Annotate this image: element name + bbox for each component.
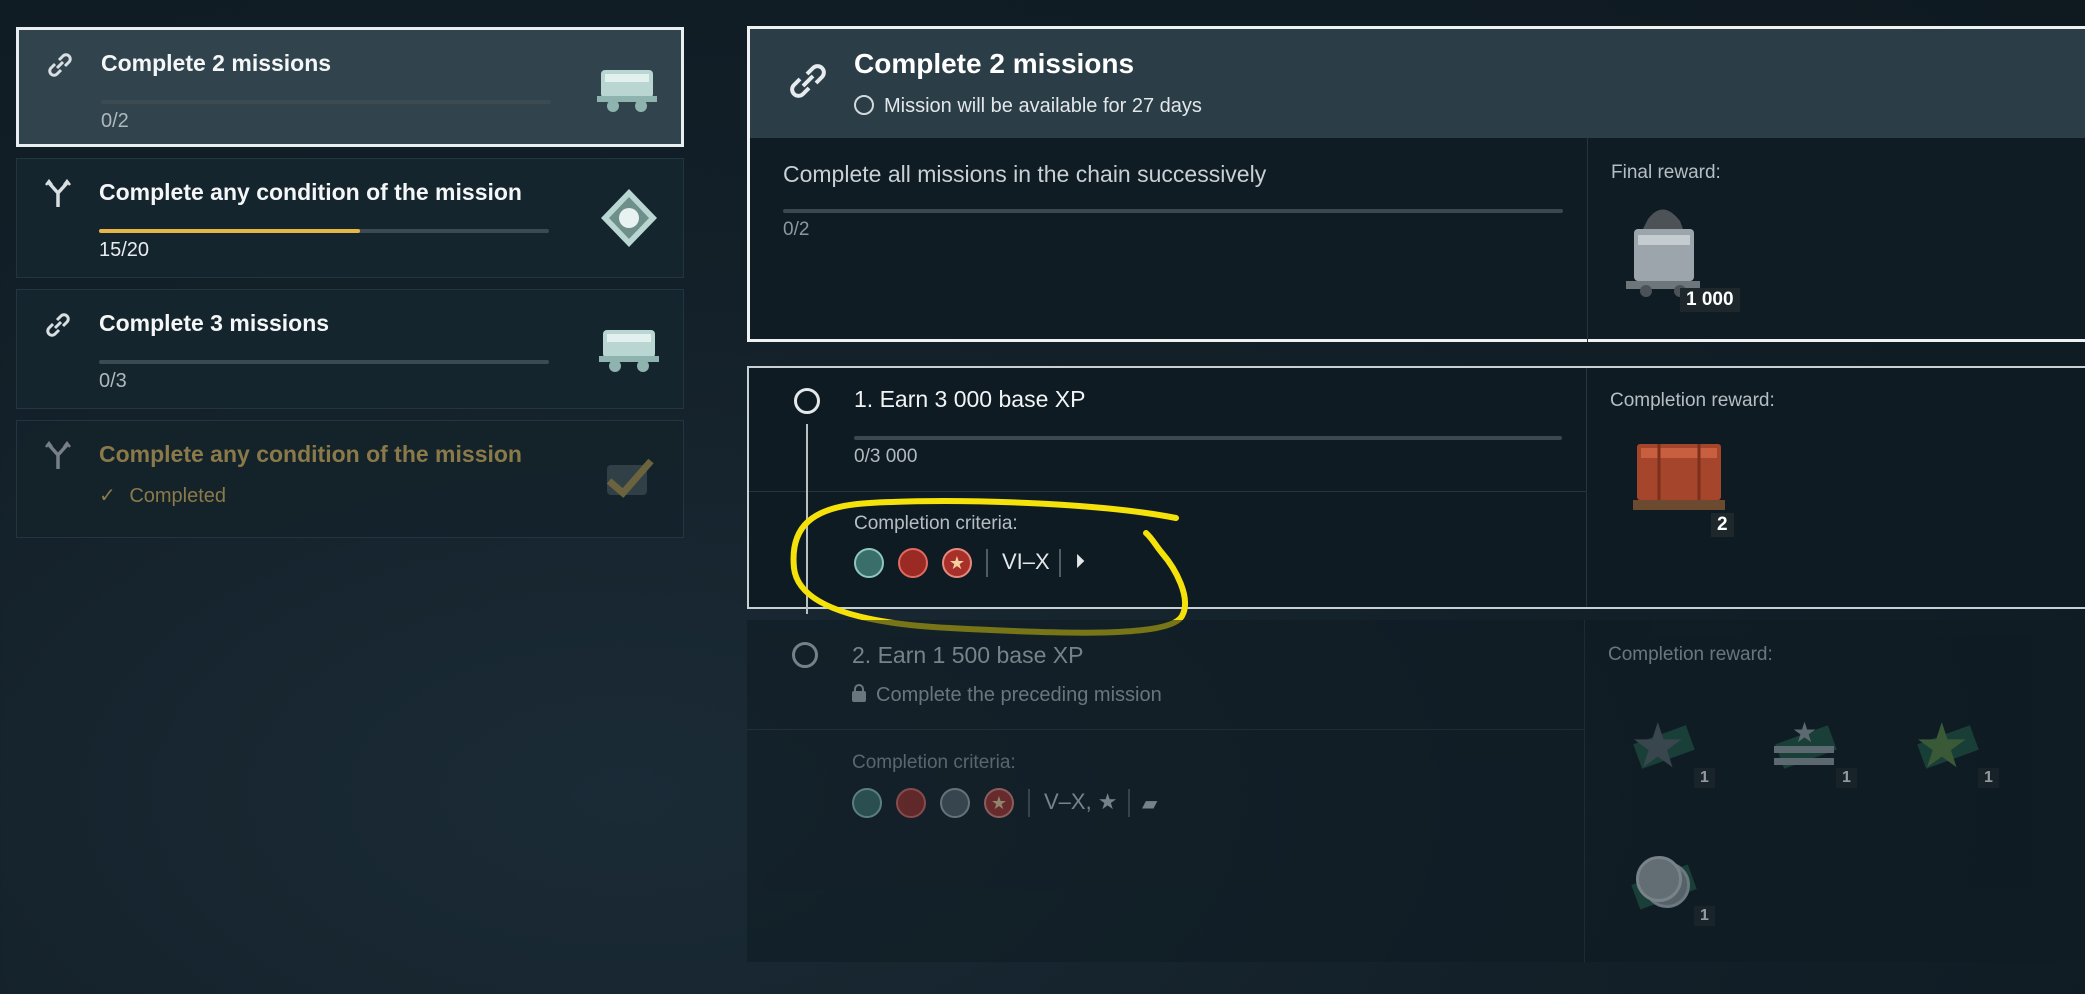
mission-title: Complete any condition of the mission: [99, 179, 522, 205]
battle-type-icon: ▰: [1142, 793, 1158, 815]
step-progress-bar: [854, 436, 1562, 440]
mission-progress-bar: [99, 229, 549, 233]
mission-card-1[interactable]: Complete 2 missions 0/2: [16, 27, 684, 147]
reward-amount: 1: [1694, 768, 1715, 788]
battleship-class-icon: ★: [984, 788, 1014, 818]
chain-description: Complete all missions in the chain succe…: [783, 161, 1267, 187]
lock-icon: [852, 684, 866, 702]
aircraft-carrier-class-icon: [940, 788, 970, 818]
checkmark-stamp-icon: [606, 458, 654, 498]
mine-cart-icon: [599, 330, 659, 372]
diamond-badge-icon: [601, 189, 657, 247]
mission-card-2[interactable]: Complete any condition of the mission 15…: [16, 158, 684, 278]
silver-coin-icon: [1630, 852, 1697, 918]
mission-progress-text: 0/3: [99, 370, 127, 392]
detail-title: Complete 2 missions: [854, 48, 1135, 79]
mine-cart-icon: [597, 70, 657, 112]
chain-link-icon: [46, 313, 70, 337]
criteria-label: Completion criteria:: [852, 752, 1016, 773]
final-reward-label: Final reward:: [1611, 162, 1721, 183]
chain-step-2[interactable]: 2. Earn 1 500 base XP Complete the prece…: [747, 620, 2085, 962]
chain-progress-text: 0/2: [783, 219, 810, 240]
chain-link-icon: [790, 64, 826, 98]
mission-title: Complete 3 missions: [99, 310, 330, 336]
chain-progress-bar: [783, 209, 1563, 213]
supply-container-icon: [1633, 444, 1725, 510]
signal-star-icon: ★: [1630, 716, 1696, 782]
completion-reward-amount: 2: [1711, 513, 1734, 537]
fork-icon: [45, 441, 71, 469]
fork-icon: [45, 179, 71, 207]
reward-amount: 1: [1694, 906, 1715, 926]
green-star-icon: ★: [1914, 716, 1980, 782]
step-progress-text: 0/3 000: [854, 446, 918, 467]
reward-amount: 1: [1978, 768, 1999, 788]
mission-title: Complete any condition of the mission: [99, 441, 522, 467]
mission-progress-text: 15/20: [99, 239, 150, 261]
lock-status: Complete the preceding mission: [852, 684, 1162, 707]
camouflage-stripes-icon: ★: [1772, 716, 1842, 782]
step-status-circle: [792, 642, 818, 668]
header-bar: [750, 29, 2085, 138]
chain-link-icon: [48, 53, 72, 77]
completion-reward-label: Completion reward:: [1608, 644, 1773, 665]
destroyer-class-icon: [852, 788, 882, 818]
tier-range: V–X, ★: [1044, 789, 1118, 814]
reward-amount: 1: [1836, 768, 1857, 788]
mission-progress-bar: [99, 360, 549, 364]
mission-title: Complete 2 missions: [101, 50, 332, 76]
completed-status: ✓ Completed: [99, 485, 227, 507]
clock-icon: [854, 95, 874, 115]
mission-progress-text: 0/2: [101, 110, 129, 132]
step-status-circle: [794, 388, 820, 414]
mission-progress-bar: [101, 100, 551, 104]
step-title: 1. Earn 3 000 base XP: [854, 386, 1086, 412]
mission-detail-header: Complete 2 missions Mission will be avai…: [747, 26, 2085, 342]
step-title: 2. Earn 1 500 base XP: [852, 642, 1084, 668]
checkmark-icon: ✓: [99, 485, 116, 507]
completion-reward-label: Completion reward:: [1610, 390, 1775, 411]
mission-card-4[interactable]: Complete any condition of the mission ✓ …: [16, 420, 684, 538]
final-reward-amount: 1 000: [1680, 288, 1740, 312]
cruiser-class-icon: [896, 788, 926, 818]
mission-card-3[interactable]: Complete 3 missions 0/3: [16, 289, 684, 409]
availability: Mission will be available for 27 days: [854, 95, 1202, 118]
